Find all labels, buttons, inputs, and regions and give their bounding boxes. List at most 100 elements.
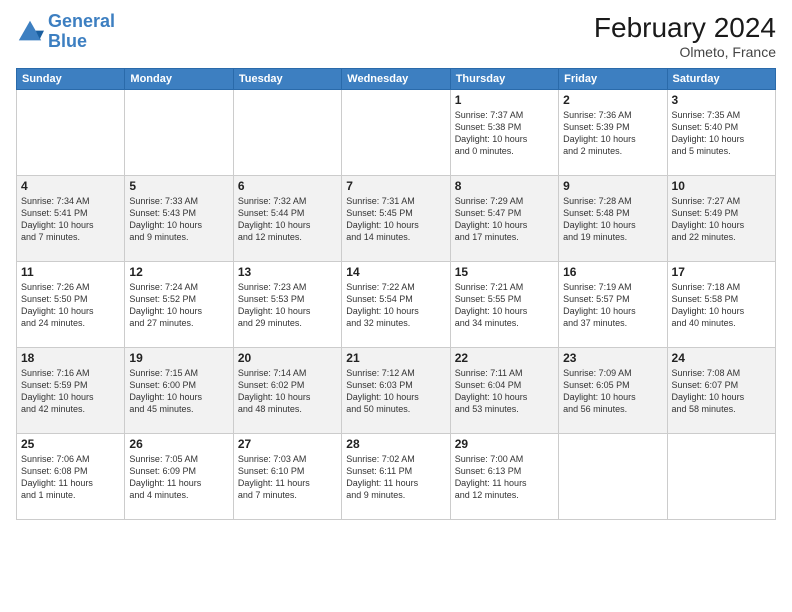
day-info: Sunrise: 7:27 AM Sunset: 5:49 PM Dayligh… — [672, 195, 771, 244]
calendar-cell: 4 Sunrise: 7:34 AM Sunset: 5:41 PM Daylig… — [17, 176, 125, 262]
calendar-cell — [125, 90, 233, 176]
calendar-cell: 14 Sunrise: 7:22 AM Sunset: 5:54 PM Dayli… — [342, 262, 450, 348]
day-info: Sunrise: 7:14 AM Sunset: 6:02 PM Dayligh… — [238, 367, 337, 416]
day-number: 1 — [455, 93, 554, 107]
logo-line1: General — [48, 12, 115, 32]
weekday-header-sunday: Sunday — [17, 69, 125, 90]
calendar-week-row: 18 Sunrise: 7:16 AM Sunset: 5:59 PM Dayli… — [17, 348, 776, 434]
page: General Blue February 2024 Olmeto, Franc… — [0, 0, 792, 612]
day-info: Sunrise: 7:37 AM Sunset: 5:38 PM Dayligh… — [455, 109, 554, 158]
logo: General Blue — [16, 12, 115, 52]
day-info: Sunrise: 7:00 AM Sunset: 6:13 PM Dayligh… — [455, 453, 554, 502]
day-info: Sunrise: 7:35 AM Sunset: 5:40 PM Dayligh… — [672, 109, 771, 158]
calendar-cell: 22 Sunrise: 7:11 AM Sunset: 6:04 PM Dayli… — [450, 348, 558, 434]
day-number: 16 — [563, 265, 662, 279]
calendar-cell: 2Sunrise: 7:36 AM Sunset: 5:39 PM Daylig… — [559, 90, 667, 176]
day-number: 23 — [563, 351, 662, 365]
day-number: 6 — [238, 179, 337, 193]
day-number: 22 — [455, 351, 554, 365]
day-number: 18 — [21, 351, 120, 365]
calendar-cell — [667, 434, 775, 520]
day-number: 3 — [672, 93, 771, 107]
day-number: 13 — [238, 265, 337, 279]
day-number: 9 — [563, 179, 662, 193]
day-info: Sunrise: 7:11 AM Sunset: 6:04 PM Dayligh… — [455, 367, 554, 416]
calendar-cell: 6 Sunrise: 7:32 AM Sunset: 5:44 PM Daylig… — [233, 176, 341, 262]
main-title: February 2024 — [594, 12, 776, 44]
calendar-cell: 13 Sunrise: 7:23 AM Sunset: 5:53 PM Dayli… — [233, 262, 341, 348]
day-info: Sunrise: 7:21 AM Sunset: 5:55 PM Dayligh… — [455, 281, 554, 330]
calendar-cell: 25 Sunrise: 7:06 AM Sunset: 6:08 PM Dayli… — [17, 434, 125, 520]
day-number: 21 — [346, 351, 445, 365]
calendar-cell: 7 Sunrise: 7:31 AM Sunset: 5:45 PM Daylig… — [342, 176, 450, 262]
day-info: Sunrise: 7:23 AM Sunset: 5:53 PM Dayligh… — [238, 281, 337, 330]
day-number: 4 — [21, 179, 120, 193]
day-number: 17 — [672, 265, 771, 279]
calendar: SundayMondayTuesdayWednesdayThursdayFrid… — [16, 68, 776, 520]
calendar-cell: 26 Sunrise: 7:05 AM Sunset: 6:09 PM Dayli… — [125, 434, 233, 520]
day-info: Sunrise: 7:16 AM Sunset: 5:59 PM Dayligh… — [21, 367, 120, 416]
calendar-cell: 15 Sunrise: 7:21 AM Sunset: 5:55 PM Dayli… — [450, 262, 558, 348]
calendar-cell: 3 Sunrise: 7:35 AM Sunset: 5:40 PM Daylig… — [667, 90, 775, 176]
day-number: 28 — [346, 437, 445, 451]
calendar-cell — [559, 434, 667, 520]
day-number: 15 — [455, 265, 554, 279]
day-number: 11 — [21, 265, 120, 279]
title-block: February 2024 Olmeto, France — [594, 12, 776, 60]
day-info: Sunrise: 7:24 AM Sunset: 5:52 PM Dayligh… — [129, 281, 228, 330]
day-number: 25 — [21, 437, 120, 451]
day-info: Sunrise: 7:15 AM Sunset: 6:00 PM Dayligh… — [129, 367, 228, 416]
day-info: Sunrise: 7:06 AM Sunset: 6:08 PM Dayligh… — [21, 453, 120, 502]
calendar-cell — [233, 90, 341, 176]
calendar-week-row: 1 Sunrise: 7:37 AM Sunset: 5:38 PM Daylig… — [17, 90, 776, 176]
calendar-cell: 8 Sunrise: 7:29 AM Sunset: 5:47 PM Daylig… — [450, 176, 558, 262]
day-number: 7 — [346, 179, 445, 193]
weekday-header-row: SundayMondayTuesdayWednesdayThursdayFrid… — [17, 69, 776, 90]
logo-line2: Blue — [48, 32, 115, 52]
calendar-cell: 10 Sunrise: 7:27 AM Sunset: 5:49 PM Dayli… — [667, 176, 775, 262]
weekday-header-friday: Friday — [559, 69, 667, 90]
day-info: Sunrise: 7:31 AM Sunset: 5:45 PM Dayligh… — [346, 195, 445, 244]
calendar-cell — [342, 90, 450, 176]
day-number: 24 — [672, 351, 771, 365]
weekday-header-wednesday: Wednesday — [342, 69, 450, 90]
day-number: 10 — [672, 179, 771, 193]
day-info: Sunrise: 7:34 AM Sunset: 5:41 PM Dayligh… — [21, 195, 120, 244]
day-number: 19 — [129, 351, 228, 365]
weekday-header-saturday: Saturday — [667, 69, 775, 90]
day-number: 26 — [129, 437, 228, 451]
day-info: Sunrise: 7:32 AM Sunset: 5:44 PM Dayligh… — [238, 195, 337, 244]
day-info: Sunrise: 7:05 AM Sunset: 6:09 PM Dayligh… — [129, 453, 228, 502]
calendar-cell: 18 Sunrise: 7:16 AM Sunset: 5:59 PM Dayli… — [17, 348, 125, 434]
calendar-week-row: 25 Sunrise: 7:06 AM Sunset: 6:08 PM Dayli… — [17, 434, 776, 520]
day-number: 8 — [455, 179, 554, 193]
day-number: 5 — [129, 179, 228, 193]
day-info: Sunrise: 7:33 AM Sunset: 5:43 PM Dayligh… — [129, 195, 228, 244]
day-info: Sunrise: 7:29 AM Sunset: 5:47 PM Dayligh… — [455, 195, 554, 244]
calendar-cell: 24 Sunrise: 7:08 AM Sunset: 6:07 PM Dayli… — [667, 348, 775, 434]
calendar-cell: 11 Sunrise: 7:26 AM Sunset: 5:50 PM Dayli… — [17, 262, 125, 348]
day-info: Sunrise: 7:19 AM Sunset: 5:57 PM Dayligh… — [563, 281, 662, 330]
day-info: Sunrise: 7:22 AM Sunset: 5:54 PM Dayligh… — [346, 281, 445, 330]
day-number: 12 — [129, 265, 228, 279]
day-info: Sunrise: 7:09 AM Sunset: 6:05 PM Dayligh… — [563, 367, 662, 416]
calendar-week-row: 11 Sunrise: 7:26 AM Sunset: 5:50 PM Dayli… — [17, 262, 776, 348]
calendar-cell: 1 Sunrise: 7:37 AM Sunset: 5:38 PM Daylig… — [450, 90, 558, 176]
calendar-cell: 9 Sunrise: 7:28 AM Sunset: 5:48 PM Daylig… — [559, 176, 667, 262]
day-info: Sunrise: 7:18 AM Sunset: 5:58 PM Dayligh… — [672, 281, 771, 330]
logo-icon — [16, 18, 44, 46]
calendar-cell: 27Sunrise: 7:03 AM Sunset: 6:10 PM Dayli… — [233, 434, 341, 520]
day-info: Sunrise: 7:26 AM Sunset: 5:50 PM Dayligh… — [21, 281, 120, 330]
calendar-cell: 16 Sunrise: 7:19 AM Sunset: 5:57 PM Dayli… — [559, 262, 667, 348]
day-info: Sunrise: 7:08 AM Sunset: 6:07 PM Dayligh… — [672, 367, 771, 416]
header: General Blue February 2024 Olmeto, Franc… — [16, 12, 776, 60]
calendar-cell: 5 Sunrise: 7:33 AM Sunset: 5:43 PM Daylig… — [125, 176, 233, 262]
day-info: Sunrise: 7:28 AM Sunset: 5:48 PM Dayligh… — [563, 195, 662, 244]
day-number: 14 — [346, 265, 445, 279]
calendar-cell: 23 Sunrise: 7:09 AM Sunset: 6:05 PM Dayli… — [559, 348, 667, 434]
calendar-week-row: 4 Sunrise: 7:34 AM Sunset: 5:41 PM Daylig… — [17, 176, 776, 262]
day-info: Sunrise: 7:02 AM Sunset: 6:11 PM Dayligh… — [346, 453, 445, 502]
calendar-cell: 19 Sunrise: 7:15 AM Sunset: 6:00 PM Dayli… — [125, 348, 233, 434]
weekday-header-tuesday: Tuesday — [233, 69, 341, 90]
weekday-header-monday: Monday — [125, 69, 233, 90]
